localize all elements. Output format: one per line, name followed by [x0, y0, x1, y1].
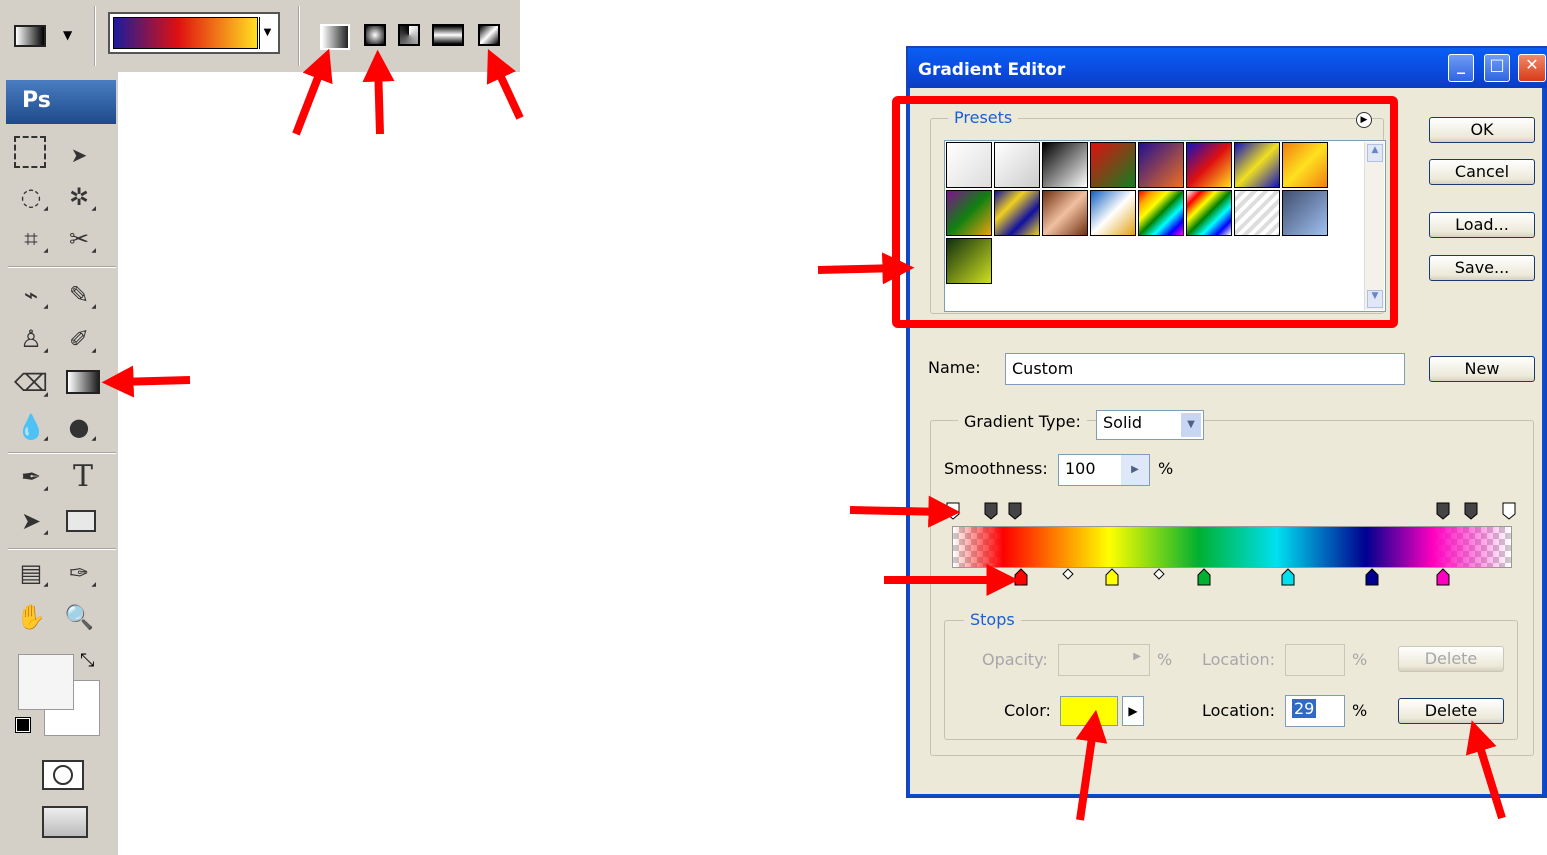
annotation-arrows — [101, 48, 1506, 821]
